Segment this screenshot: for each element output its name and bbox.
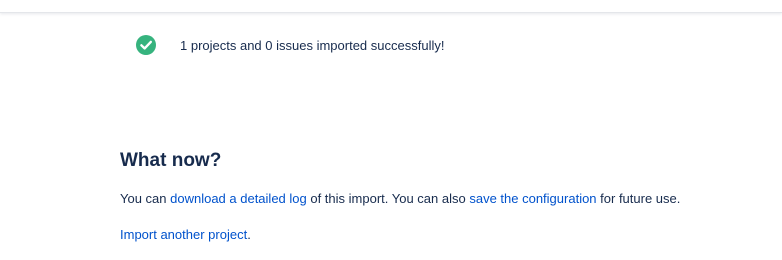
next-steps-suffix: for future use. <box>596 191 681 206</box>
next-steps-prefix: You can <box>120 191 171 206</box>
import-another-project-link[interactable]: Import another project <box>120 227 247 242</box>
import-success-message: 1 projects and 0 issues imported success… <box>135 34 444 56</box>
download-log-link[interactable]: download a detailed log <box>170 191 307 206</box>
what-now-heading: What now? <box>120 150 222 171</box>
save-configuration-link[interactable]: save the configuration <box>469 191 596 206</box>
import-another-suffix: . <box>247 227 251 242</box>
next-steps-text: You can download a detailed log of this … <box>120 191 680 206</box>
next-steps-middle: of this import. You can also <box>306 191 470 206</box>
success-text: 1 projects and 0 issues imported success… <box>180 37 445 53</box>
check-circle-icon <box>135 34 157 56</box>
top-bar-divider <box>0 0 782 13</box>
import-another-line: Import another project. <box>120 227 251 242</box>
